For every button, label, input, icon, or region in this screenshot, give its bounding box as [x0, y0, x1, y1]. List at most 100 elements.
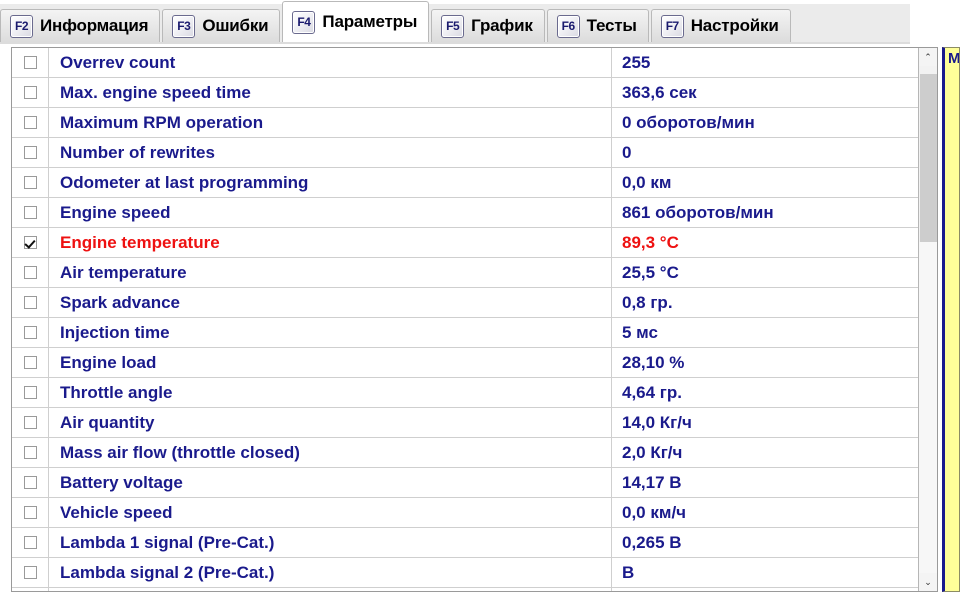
checkbox-unchecked-icon[interactable]	[23, 326, 37, 339]
parameter-name: Throttle angle	[49, 378, 612, 407]
scroll-down-arrow-icon[interactable]: ⌄	[919, 573, 937, 591]
row-checkbox-cell[interactable]	[12, 168, 49, 197]
checkbox-unchecked-icon[interactable]	[23, 446, 37, 459]
row-checkbox-cell[interactable]	[12, 318, 49, 347]
parameter-value: 255	[622, 52, 651, 72]
function-key-badge: F6	[556, 14, 580, 38]
parameter-value: 2,0 Кг/ч	[622, 442, 683, 462]
tab-label: Ошибки	[202, 16, 269, 35]
parameter-value: 4,64 гр.	[622, 382, 682, 402]
tab-f2[interactable]: F2 Информация	[0, 9, 161, 42]
table-row[interactable]: Injection time 5 мс	[12, 318, 918, 348]
table-row[interactable]: Engine load 28,10 %	[12, 348, 918, 378]
parameter-name: Overrev count	[49, 48, 612, 77]
checkbox-unchecked-icon[interactable]	[23, 416, 37, 429]
table-row[interactable]: Lambda signal 2 (Pre-Cat.) В	[12, 558, 918, 588]
parameter-name: Air temperature	[49, 258, 612, 287]
table-row[interactable]: Air quantity 14,0 Кг/ч	[12, 408, 918, 438]
table-row[interactable]: Battery voltage 14,17 В	[12, 468, 918, 498]
tab-f5[interactable]: F5 График	[431, 9, 545, 42]
parameter-name: Lambda 1 signal (Pre-Cat.)	[49, 528, 612, 557]
parameter-name: Battery voltage	[49, 468, 612, 497]
table-row[interactable]: Engine temperature 89,3 °C	[12, 228, 918, 258]
parameter-name: Lambda signal 2 (Pre-Cat.)	[49, 558, 612, 587]
table-row[interactable]: Spark advance 0,8 гр.	[12, 288, 918, 318]
row-checkbox-cell[interactable]	[12, 408, 49, 437]
parameter-name: Vehicle speed	[49, 498, 612, 527]
parameter-value: 363,6 сек	[622, 82, 697, 102]
parameter-name: Engine speed	[49, 198, 612, 227]
tab-bar: F2 Информация F3 Ошибки F4 Параметры F5 График F…	[0, 0, 960, 44]
checkbox-unchecked-icon[interactable]	[23, 386, 37, 399]
row-checkbox-cell[interactable]	[12, 378, 49, 407]
tab-list: F2 Информация F3 Ошибки F4 Параметры F5 График F…	[0, 0, 793, 42]
parameter-name: Number of rewrites	[49, 138, 612, 167]
checkbox-unchecked-icon[interactable]	[23, 266, 37, 279]
row-checkbox-cell[interactable]	[12, 78, 49, 107]
checkbox-unchecked-icon[interactable]	[23, 56, 37, 69]
parameters-panel: Overrev count 255 Max. engine speed time 36…	[11, 47, 938, 592]
table-row[interactable]: Odometer at last programming 0,0 км	[12, 168, 918, 198]
parameters-table[interactable]: Overrev count 255 Max. engine speed time 36…	[12, 48, 918, 591]
table-row[interactable]: Air temperature 25,5 °C	[12, 258, 918, 288]
function-key-badge: F2	[10, 14, 33, 38]
row-checkbox-cell[interactable]	[12, 438, 49, 467]
parameter-value: 0,265 В	[622, 532, 682, 552]
vertical-scrollbar[interactable]: ⌃ ⌄	[918, 48, 937, 591]
parameter-value: 5 мс	[622, 322, 658, 342]
checkbox-unchecked-icon[interactable]	[23, 566, 37, 579]
parameter-name: Maximum RPM operation	[49, 108, 612, 137]
table-row[interactable]: Lambda 1 signal (Pre-Cat.) 0,265 В	[12, 528, 918, 558]
tab-f6[interactable]: F6 Тесты	[546, 9, 649, 42]
checkbox-checked-icon[interactable]	[23, 236, 37, 249]
side-info-panel[interactable]: М	[942, 47, 960, 592]
table-row[interactable]: Number of rewrites 0	[12, 138, 918, 168]
table-row[interactable]	[12, 588, 918, 591]
row-checkbox-cell[interactable]	[12, 468, 49, 497]
row-checkbox-cell[interactable]	[12, 198, 49, 227]
table-row[interactable]: Vehicle speed 0,0 км/ч	[12, 498, 918, 528]
checkbox-unchecked-icon[interactable]	[23, 116, 37, 129]
function-key-badge: F3	[172, 14, 196, 38]
row-checkbox-cell[interactable]	[12, 588, 49, 591]
table-row[interactable]: Max. engine speed time 363,6 сек	[12, 78, 918, 108]
row-checkbox-cell[interactable]	[12, 558, 49, 587]
row-checkbox-cell[interactable]	[12, 528, 49, 557]
tab-f3[interactable]: F3 Ошибки	[162, 9, 281, 42]
checkbox-unchecked-icon[interactable]	[23, 536, 37, 549]
parameter-value: 14,0 Кг/ч	[622, 412, 692, 432]
parameter-name: Mass air flow (throttle closed)	[49, 438, 612, 467]
tab-label: Тесты	[586, 16, 637, 35]
checkbox-unchecked-icon[interactable]	[23, 146, 37, 159]
parameter-value: 25,5 °C	[622, 262, 679, 282]
scroll-up-arrow-icon[interactable]: ⌃	[919, 48, 937, 66]
tab-f7[interactable]: F7 Настройки	[650, 9, 791, 42]
row-checkbox-cell[interactable]	[12, 258, 49, 287]
scrollbar-track[interactable]	[919, 242, 937, 573]
parameter-value: 0	[622, 142, 632, 162]
function-key-badge: F5	[441, 14, 465, 38]
row-checkbox-cell[interactable]	[12, 228, 49, 257]
table-row[interactable]: Throttle angle 4,64 гр.	[12, 378, 918, 408]
row-checkbox-cell[interactable]	[12, 108, 49, 137]
table-row[interactable]: Engine speed 861 оборотов/мин	[12, 198, 918, 228]
parameter-value: 28,10 %	[622, 352, 685, 372]
row-checkbox-cell[interactable]	[12, 288, 49, 317]
row-checkbox-cell[interactable]	[12, 348, 49, 377]
checkbox-unchecked-icon[interactable]	[23, 356, 37, 369]
checkbox-unchecked-icon[interactable]	[23, 476, 37, 489]
table-row[interactable]: Overrev count 255	[12, 48, 918, 78]
parameter-value: 0 оборотов/мин	[622, 112, 755, 132]
checkbox-unchecked-icon[interactable]	[23, 206, 37, 219]
tab-f4[interactable]: F4 Параметры	[282, 1, 430, 42]
table-row[interactable]: Maximum RPM operation 0 оборотов/мин	[12, 108, 918, 138]
checkbox-unchecked-icon[interactable]	[23, 176, 37, 189]
row-checkbox-cell[interactable]	[12, 498, 49, 527]
row-checkbox-cell[interactable]	[12, 48, 49, 77]
checkbox-unchecked-icon[interactable]	[23, 296, 37, 309]
row-checkbox-cell[interactable]	[12, 138, 49, 167]
checkbox-unchecked-icon[interactable]	[23, 86, 37, 99]
table-row[interactable]: Mass air flow (throttle closed) 2,0 Кг/ч	[12, 438, 918, 468]
scrollbar-thumb[interactable]	[920, 74, 937, 242]
checkbox-unchecked-icon[interactable]	[23, 506, 37, 519]
